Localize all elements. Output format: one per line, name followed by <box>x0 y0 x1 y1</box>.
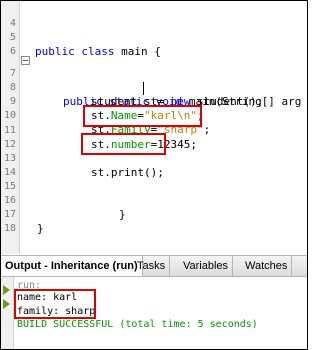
code-line[interactable]: 5 public class main { <box>1 17 307 58</box>
code-line[interactable]: 15 <box>1 166 307 192</box>
code-line[interactable]: 6 <box>1 31 307 57</box>
build-status: BUILD SUCCESSFUL (total time: 5 seconds) <box>17 319 258 330</box>
run-again-icon[interactable] <box>3 299 10 309</box>
code-line[interactable]: 18 <box>1 208 307 234</box>
tab-output[interactable]: Output - Inheritance (run) <box>1 256 143 276</box>
code-text: } <box>37 222 44 235</box>
highlight-box-print <box>81 133 166 155</box>
code-line[interactable]: 9 st.Name="karl\n"; <box>1 81 307 122</box>
code-line[interactable]: 7 public static void main(String[] arg <box>1 53 307 108</box>
text-caret <box>143 82 144 95</box>
line-number: 18 <box>3 223 16 234</box>
tab-tasks[interactable]: Tasks <box>133 256 171 276</box>
code-editor[interactable]: 4 5 public class main { 6 7 public stati… <box>1 1 307 254</box>
code-line[interactable]: 16 } <box>1 180 307 221</box>
highlight-box-output <box>14 289 96 319</box>
tab-watches[interactable]: Watches <box>241 256 293 276</box>
output-tab-bar: Output - Inheritance (run) Tasks Variabl… <box>1 255 307 277</box>
code-line[interactable]: 8 student st= new student(); <box>1 67 307 108</box>
code-line[interactable]: 17 } <box>1 194 307 235</box>
code-line[interactable]: 4 <box>1 3 307 29</box>
fold-toggle-icon[interactable] <box>21 56 30 65</box>
highlight-box-number <box>83 105 202 127</box>
rerun-icon[interactable] <box>3 285 10 295</box>
tab-variables[interactable]: Variables <box>179 256 234 276</box>
output-panel[interactable]: run: name: karl family: sharp BUILD SUCC… <box>1 277 307 349</box>
